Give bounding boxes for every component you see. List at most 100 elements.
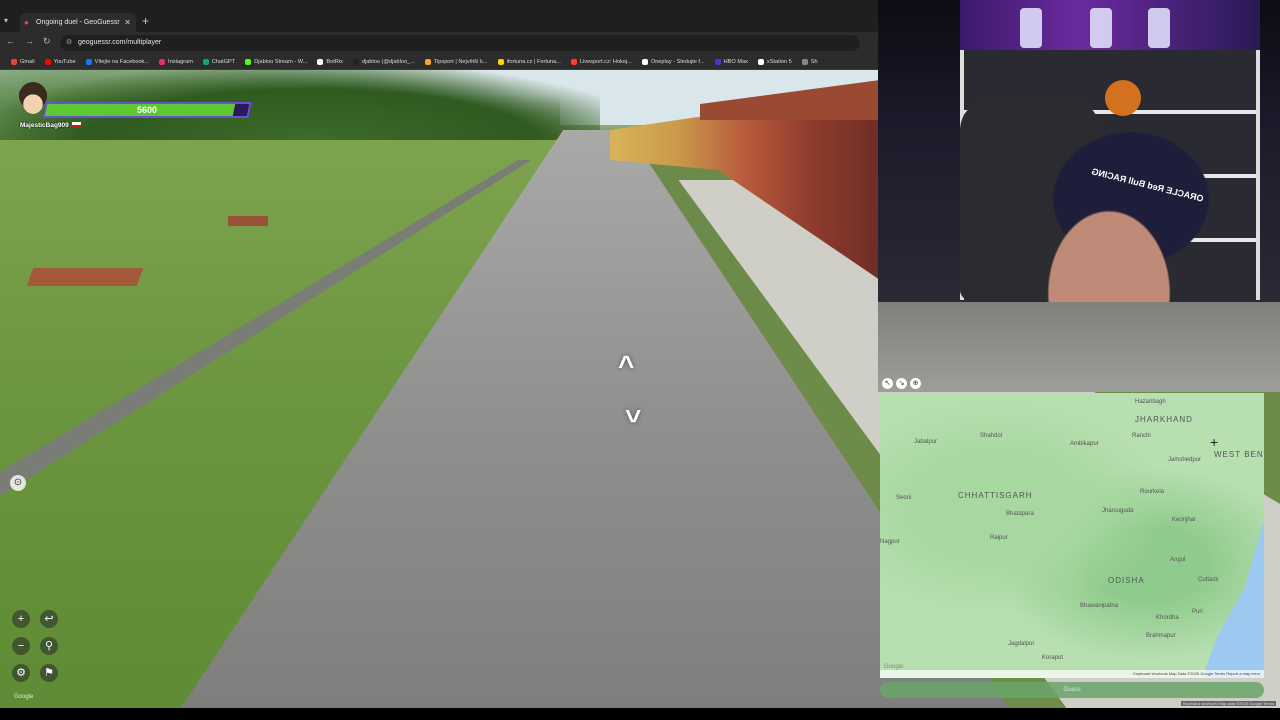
bookmark-item[interactable]: Djabloo Stream - W... [240,54,312,70]
map-cursor-icon: + [1210,434,1219,450]
bookmark-item[interactable]: Gmail [6,54,40,70]
map-region-label: CHHATTISGARH [958,491,1033,500]
bookmark-label: ifortuna.cz | Fortuna... [506,59,561,65]
map-city-label: Nagpur [880,539,900,545]
move-back-arrow[interactable]: ^ [625,397,641,428]
bookmark-label: Tipsport | Největší k... [433,59,488,65]
reload-icon[interactable]: ↻ [43,36,51,47]
map-city-label: Jharsuguda [1102,508,1134,514]
return-to-start-icon[interactable]: ⚲ [40,637,58,655]
map-region-label: JHARKHAND [1135,415,1193,424]
bookmark-item[interactable]: ChatGPT [198,54,240,70]
map-region-label: ODISHA [1108,576,1145,585]
close-tab-icon[interactable]: ✕ [124,13,131,32]
bookmark-item[interactable]: YouTube [40,54,81,70]
bookmark-label: Djabloo Stream - W... [254,59,308,65]
bookmark-item[interactable]: Oneplay - Sledujte f... [637,54,710,70]
map-city-label: Keonjhar [1172,517,1197,523]
bookmark-favicon-icon [85,59,92,65]
bookmark-item[interactable]: Livesport.cz: Hokej... [566,54,637,70]
map-city-label: Jamshedpur [1168,457,1202,463]
bookmark-item[interactable]: BotRix [312,54,347,70]
basketball [1105,80,1141,116]
bookmark-label: ChatGPT [211,59,236,65]
tab-search-icon[interactable]: ▾ [4,16,8,25]
flag-icon[interactable]: ⚑ [40,664,58,682]
trophy-jar [1020,8,1042,48]
map-city-label: Hazaribagh [1135,399,1166,405]
toolbar: ← → ↻ ⚙ geoguessr.com/multiplayer [0,32,878,54]
bookmark-label: Vítejte na Facebook... [94,59,150,65]
bookmark-favicon-icon [424,59,431,65]
bookmark-favicon-icon [497,59,504,65]
bookmark-favicon-icon [570,59,577,65]
bookmark-label: Oneplay - Sledujte f... [650,59,705,65]
zoom-out-button[interactable]: − [12,637,30,655]
map-city-label: Brahmapur [1146,633,1176,639]
bookmark-favicon-icon [352,59,359,65]
map-size-controls: ↖ ↘ ⊕ [882,378,921,390]
map-city-label: Bhatapara [1006,511,1034,517]
forward-icon[interactable]: → [25,36,34,46]
bookmark-label: xStation 5 [766,59,792,65]
bookmark-item[interactable]: djabloo (@djabloo_... [348,54,420,70]
player-name-text: MajesticBag909 [20,122,69,129]
map-city-label: Jagdalpur [1008,641,1035,647]
address-bar[interactable]: ⚙ geoguessr.com/multiplayer [60,35,860,51]
map-attribution[interactable]: Keyboard shortcuts Map Data ©2026 Google… [880,670,1264,678]
shrink-map-icon[interactable]: ↖ [882,378,893,389]
map-city-label: Shahdol [980,433,1003,439]
active-tab[interactable]: ● Ongoing duel - GeoGuessr ✕ [20,13,136,32]
compass-icon[interactable]: ⊙ [10,475,26,491]
bookmark-item[interactable]: ifortuna.cz | Fortuna... [493,54,566,70]
undo-move-icon[interactable]: ↩ [40,610,58,628]
bookmark-favicon-icon [757,59,764,65]
trophy-jar [1090,8,1112,48]
zoom-in-button[interactable]: + [12,610,30,628]
streetview-attribution[interactable]: Keyboard shortcuts Map data ©2026 Google… [1180,701,1276,706]
bookmarks-list: Gmail YouTube Vítejte na Facebook... Instag… [6,54,876,70]
map-city-label: Bhawanipatna [1080,603,1119,609]
czech-flag-icon [71,122,81,129]
settings-icon[interactable]: ⚙ [12,664,30,682]
geoguessr-favicon-icon: ● [24,18,29,27]
new-tab-button[interactable]: + [142,14,149,28]
enlarge-map-icon[interactable]: ↘ [896,378,907,389]
bookmark-label: HBO Max [723,59,748,65]
tab-title: Ongoing duel - GeoGuessr [36,19,120,26]
bookmark-item[interactable]: Vítejte na Facebook... [81,54,154,70]
guess-map[interactable]: + Google Keyboard shortcuts Map Data ©20… [880,393,1264,678]
map-city-label: Rourkela [1140,489,1165,495]
map-city-label: Raipur [990,535,1008,541]
bookmark-favicon-icon [44,59,51,65]
bookmark-favicon-icon [202,59,209,65]
screen: ^ ^ ⊙ + ↩ − ⚲ ⚙ ⚑ Google ▾ ● Ongoing due… [0,0,1280,720]
player-avatar [18,82,48,116]
bay-of-bengal [1200,523,1264,678]
bookmark-label: Gmail [20,59,35,65]
bookmark-favicon-icon [317,59,324,65]
guess-button[interactable]: Guess [880,682,1264,698]
bookmark-item[interactable]: Sh [797,54,823,70]
bookmark-label: djabloo (@djabloo_... [361,59,415,65]
bookmarks-bar: Gmail YouTube Vítejte na Facebook... Instag… [0,54,878,70]
move-forward-arrow[interactable]: ^ [618,352,634,380]
bookmark-item[interactable]: Instagram [154,54,198,70]
bookmark-item[interactable]: HBO Max [710,54,753,70]
map-city-label: Ranchi [1132,433,1151,439]
bookmark-item[interactable]: xStation 5 [753,54,797,70]
bookmark-label: Sh [810,59,818,65]
map-region-label: WEST BENG [1214,450,1264,459]
pin-map-icon[interactable]: ⊕ [910,378,921,389]
site-info-icon[interactable]: ⚙ [66,35,72,51]
health-value: 5600 [136,105,158,115]
url-text: geoguessr.com/multiplayer [78,39,162,46]
map-city-label: Seoni [896,495,912,501]
bookmark-item[interactable]: Tipsport | Největší k... [420,54,493,70]
streamer [1010,130,1230,302]
back-icon[interactable]: ← [6,36,15,46]
bench [26,268,144,286]
trophy-jar [1148,8,1170,48]
map-city-label: Cuttack [1198,577,1219,583]
map-city-label: Jabalpur [914,439,938,445]
